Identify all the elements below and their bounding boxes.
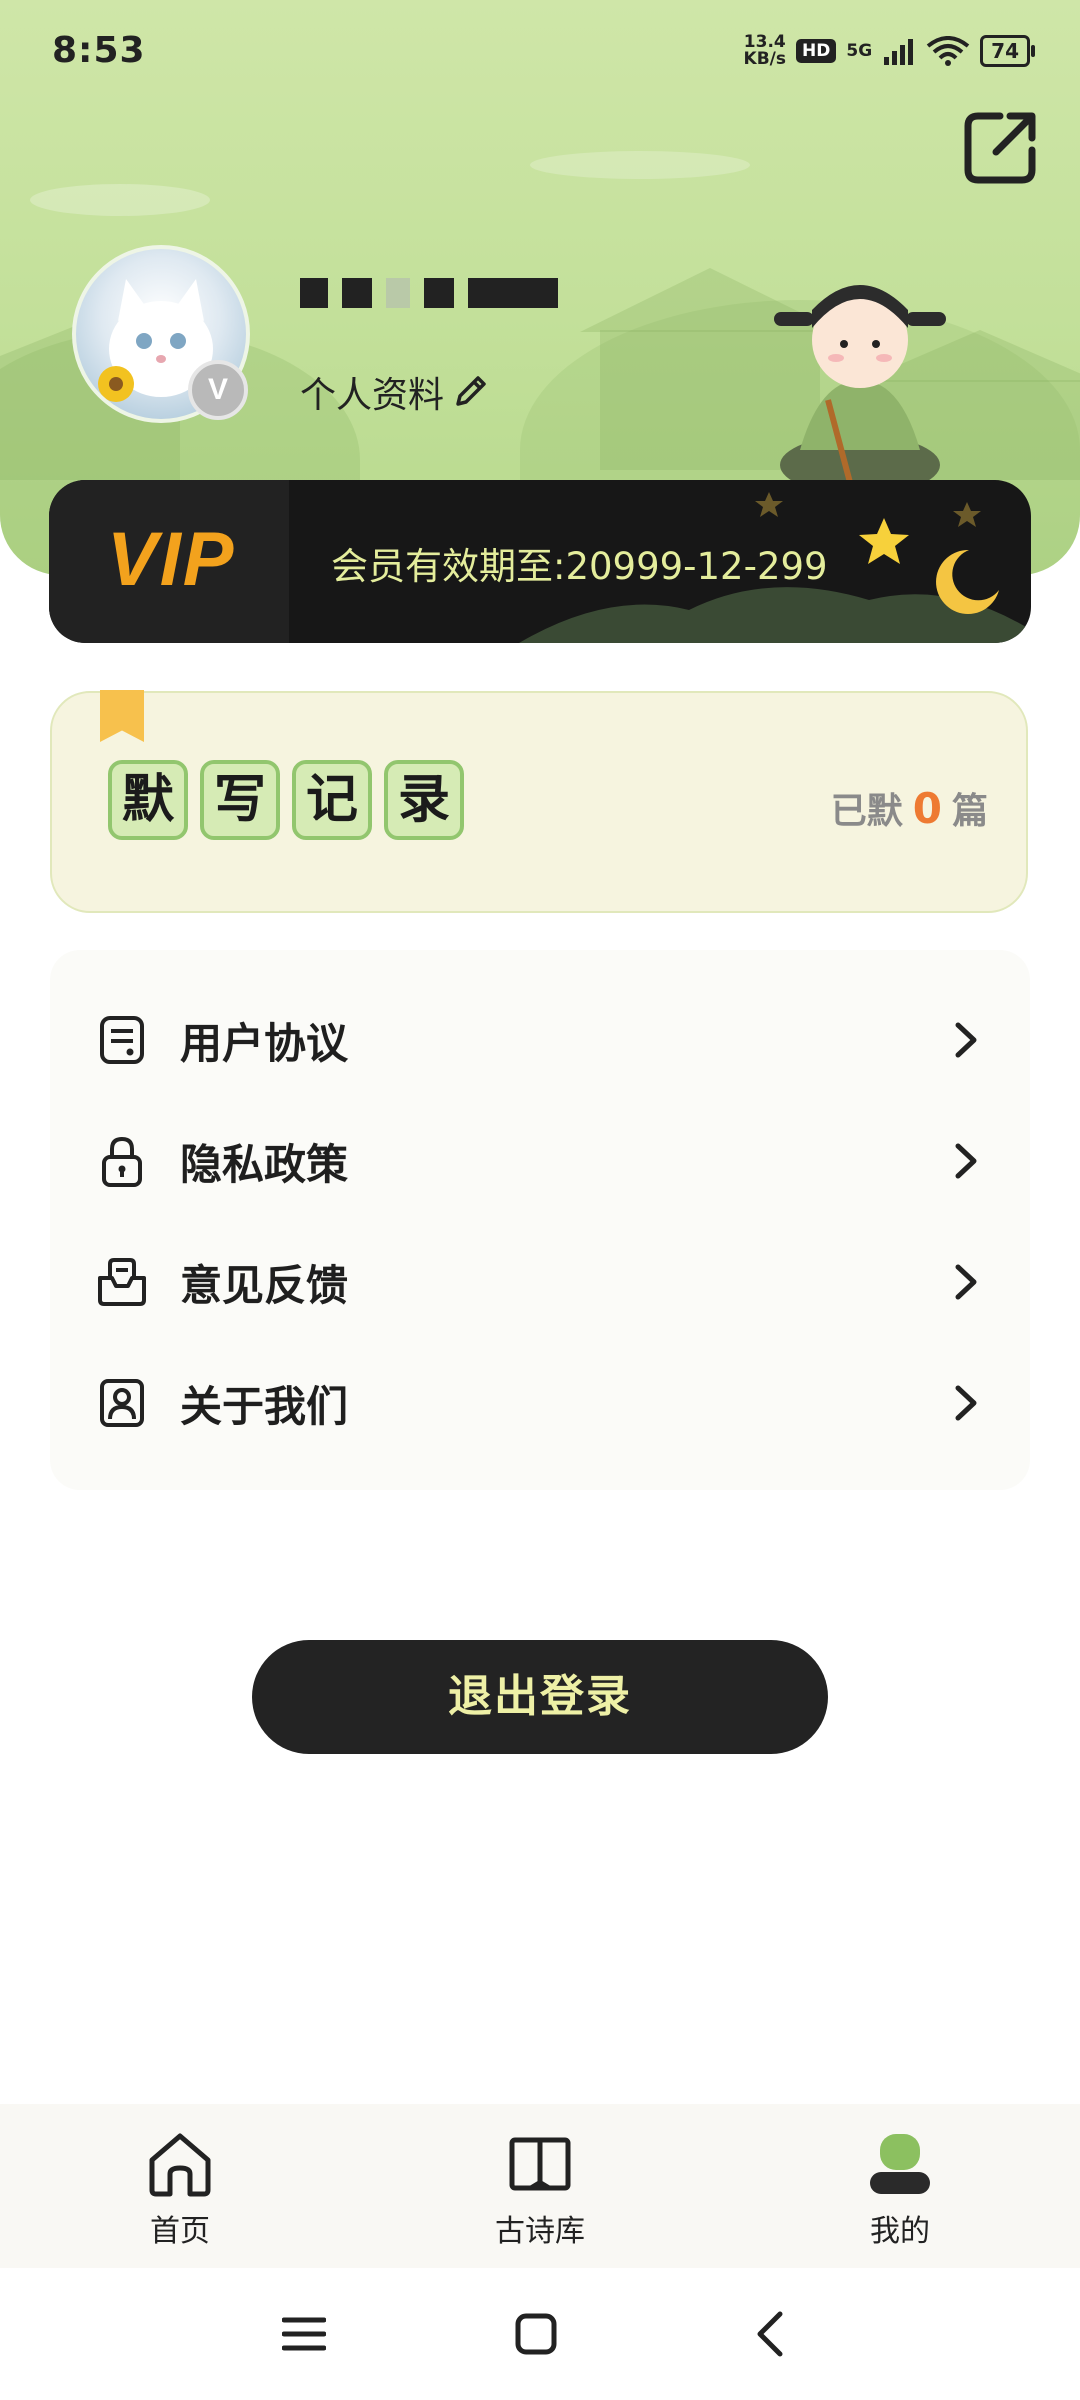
menu-item-user-agreement[interactable]: 用户协议 — [50, 990, 1030, 1090]
masked-text-block — [342, 278, 372, 308]
masked-text-block — [300, 278, 328, 308]
profile-link-label: 个人资料 — [300, 375, 445, 416]
menu-item-label: 隐私政策 — [180, 1139, 349, 1189]
signal-icon — [884, 39, 914, 65]
lock-icon — [102, 1136, 142, 1187]
network-speed: 13.4 KB/s — [744, 34, 786, 68]
title-char: 记 — [292, 760, 372, 840]
menu-item-about-us[interactable]: 关于我们 — [50, 1353, 1030, 1453]
nav-label: 首页 — [150, 2214, 210, 2249]
chevron-right-icon — [955, 1022, 977, 1058]
count-prefix: 已默 — [830, 791, 903, 832]
home-square-icon[interactable] — [514, 2312, 558, 2356]
username-masked — [300, 278, 558, 308]
chevron-right-icon — [955, 1385, 977, 1421]
profile-edit-link[interactable]: 个人资料 — [300, 366, 490, 418]
wifi-icon — [926, 36, 970, 66]
count-value: 0 — [912, 784, 942, 833]
dictation-count: 已默 0 篇 — [831, 782, 988, 834]
system-navigation-bar — [0, 2268, 1080, 2400]
nav-tab-poem-library[interactable]: 古诗库 — [450, 2130, 630, 2250]
menu-item-privacy-policy[interactable]: 隐私政策 — [50, 1111, 1030, 1211]
network-type: 5G — [846, 41, 873, 61]
book-icon — [509, 2137, 571, 2191]
nav-label: 我的 — [870, 2214, 930, 2249]
scholar-illustration — [774, 285, 946, 508]
title-char: 写 — [200, 760, 280, 840]
logout-button[interactable]: 退出登录 — [252, 1640, 828, 1754]
menu-item-label: 意见反馈 — [180, 1260, 349, 1310]
menu-item-feedback[interactable]: 意见反馈 — [50, 1232, 1030, 1332]
dictation-record-title: 默 写 记 录 — [108, 760, 464, 840]
vip-card-decoration — [519, 492, 1031, 643]
masked-text-block — [386, 278, 410, 308]
masked-text-block — [468, 278, 558, 308]
chevron-right-icon — [955, 1264, 977, 1300]
contact-card-icon — [100, 1379, 144, 1427]
nav-label: 古诗库 — [495, 2214, 585, 2249]
count-suffix: 篇 — [951, 791, 988, 832]
user-icon — [870, 2134, 930, 2194]
title-char: 录 — [384, 760, 464, 840]
feedback-icon — [98, 1258, 146, 1306]
home-icon — [149, 2133, 211, 2197]
back-icon[interactable] — [752, 2310, 788, 2358]
hd-badge: HD — [796, 39, 837, 63]
masked-text-block — [424, 278, 454, 308]
status-icons: 13.4 KB/s HD 5G 74 — [744, 34, 1035, 68]
menu-item-label: 用户协议 — [180, 1018, 349, 1068]
pencil-icon — [456, 376, 486, 406]
menu-item-label: 关于我们 — [180, 1381, 349, 1431]
menu-icon[interactable] — [282, 2314, 326, 2354]
nav-tab-mine[interactable]: 我的 — [810, 2130, 990, 2250]
share-icon[interactable] — [960, 106, 1042, 188]
verified-badge: V — [188, 360, 248, 420]
document-icon — [100, 1016, 144, 1064]
vip-membership-card[interactable]: VIP 会员有效期至:20999-12-299 — [49, 480, 1031, 643]
battery-indicator: 74 — [980, 35, 1035, 67]
status-time: 8:53 — [52, 30, 146, 71]
title-char: 默 — [108, 760, 188, 840]
speed-unit: KB/s — [743, 49, 787, 69]
chevron-right-icon — [955, 1143, 977, 1179]
nav-tab-home[interactable]: 首页 — [90, 2130, 270, 2250]
